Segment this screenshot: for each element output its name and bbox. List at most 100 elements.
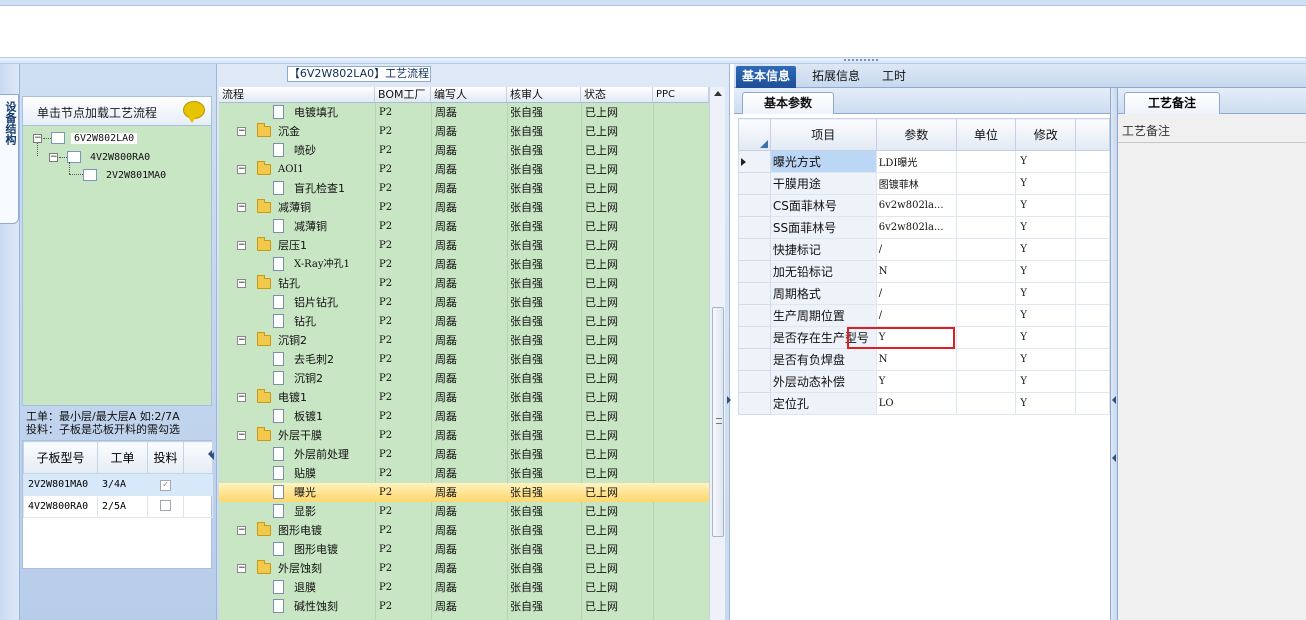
row-indicator[interactable] <box>738 172 771 195</box>
row-indicator[interactable] <box>738 304 771 327</box>
param-row[interactable]: 外层动态补偿 Y Y <box>738 370 1110 393</box>
row-indicator[interactable] <box>738 282 771 305</box>
collapse-icon[interactable]: − <box>49 153 58 162</box>
tree-node[interactable]: 4V2W800RA0 <box>67 149 153 165</box>
order-cell[interactable]: 3/4A <box>97 473 148 496</box>
model-cell[interactable]: 2V2W801MA0 <box>23 473 98 496</box>
process-row[interactable]: 喷砂 P2 周磊 张自强 已上网 <box>219 141 709 160</box>
filler-cell[interactable] <box>1075 370 1110 393</box>
collapse-icon[interactable]: − <box>33 134 42 143</box>
tab-process-notes[interactable]: 工艺备注 <box>1124 92 1220 114</box>
param-modify[interactable]: Y <box>1015 150 1077 173</box>
param-value[interactable]: 6v2w802la... <box>875 216 957 239</box>
tab-basic-info[interactable]: 基本信息 <box>736 66 797 88</box>
row-indicator[interactable] <box>738 216 771 239</box>
param-row[interactable]: 加无铅标记 N Y <box>738 260 1110 283</box>
filler-cell[interactable] <box>1075 348 1110 371</box>
collapse-icon[interactable]: − <box>237 393 246 402</box>
param-row[interactable]: 生产周期位置 / Y <box>738 304 1110 327</box>
param-unit[interactable] <box>955 370 1017 393</box>
row-indicator[interactable] <box>738 370 771 393</box>
scroll-thumb[interactable] <box>712 307 724 537</box>
filler-cell[interactable] <box>1075 194 1110 217</box>
param-value[interactable]: Y <box>875 370 957 393</box>
process-row[interactable]: 盲孔检查1 P2 周磊 张自强 已上网 <box>219 179 709 198</box>
param-item[interactable]: 周期格式 <box>769 282 877 305</box>
flow-scrollbar[interactable] <box>709 87 725 620</box>
table-row[interactable]: 2V2W801MA0 3/4A ✓ <box>23 473 213 496</box>
row-indicator[interactable] <box>738 348 771 371</box>
collapse-icon[interactable]: − <box>237 241 246 250</box>
row-indicator[interactable] <box>738 260 771 283</box>
param-modify[interactable]: Y <box>1015 172 1077 195</box>
tab-basic-params[interactable]: 基本参数 <box>742 92 834 114</box>
param-value[interactable]: 6v2w802la... <box>875 194 957 217</box>
filler-cell[interactable] <box>1075 150 1110 173</box>
param-modify[interactable]: Y <box>1015 392 1077 415</box>
process-row[interactable]: − 层压1 P2 周磊 张自强 已上网 <box>219 236 709 255</box>
param-value[interactable]: LO <box>875 392 957 415</box>
param-value[interactable]: N <box>875 260 957 283</box>
filler-cell[interactable] <box>1075 304 1110 327</box>
column-header[interactable]: 子板型号 <box>23 441 98 474</box>
speech-bubble-icon[interactable] <box>183 101 205 123</box>
param-item[interactable]: CS面菲林号 <box>769 194 877 217</box>
order-cell[interactable]: 2/5A <box>97 495 148 518</box>
feed-cell[interactable] <box>147 495 184 518</box>
process-row[interactable]: 板镀1 P2 周磊 张自强 已上网 <box>219 407 709 426</box>
param-modify[interactable]: Y <box>1015 238 1077 261</box>
column-header[interactable]: 核审人 <box>507 87 581 103</box>
feed-checkbox[interactable]: ✓ <box>160 479 171 491</box>
collapse-arrow-icon[interactable] <box>1112 396 1116 404</box>
param-item[interactable]: 快捷标记 <box>769 238 877 261</box>
column-header[interactable]: 流程 <box>219 87 375 103</box>
param-value[interactable]: N <box>875 348 957 371</box>
process-row[interactable]: − 图形电镀 P2 周磊 张自强 已上网 <box>219 521 709 540</box>
column-header[interactable]: 状态 <box>581 87 653 103</box>
collapse-icon[interactable]: − <box>237 203 246 212</box>
param-value[interactable]: / <box>875 238 957 261</box>
param-row[interactable]: 干膜用途 图镀菲林 Y <box>738 172 1110 195</box>
param-item[interactable]: SS面菲林号 <box>769 216 877 239</box>
param-row[interactable]: 曝光方式 LDI曝光 Y <box>738 150 1110 173</box>
param-unit[interactable] <box>955 282 1017 305</box>
filler-cell[interactable] <box>1075 238 1110 261</box>
process-row[interactable]: 外层前处理 P2 周磊 张自强 已上网 <box>219 445 709 464</box>
param-unit[interactable] <box>955 216 1017 239</box>
row-indicator[interactable] <box>738 150 771 173</box>
param-value[interactable]: LDI曝光 <box>875 150 957 173</box>
collapse-icon[interactable]: − <box>237 526 246 535</box>
param-unit[interactable] <box>955 150 1017 173</box>
process-row[interactable]: 铝片钻孔 P2 周磊 张自强 已上网 <box>219 293 709 312</box>
param-modify[interactable]: Y <box>1015 370 1077 393</box>
process-row[interactable]: − 外层干膜 P2 周磊 张自强 已上网 <box>219 426 709 445</box>
param-unit[interactable] <box>955 172 1017 195</box>
collapse-arrow-icon[interactable] <box>210 452 214 460</box>
param-unit[interactable] <box>955 260 1017 283</box>
param-value[interactable]: / <box>875 304 957 327</box>
splitter-bar[interactable] <box>0 57 1306 64</box>
process-row[interactable]: 贴膜 P2 周磊 张自强 已上网 <box>219 464 709 483</box>
param-unit[interactable] <box>955 392 1017 415</box>
param-modify[interactable]: Y <box>1015 216 1077 239</box>
collapse-arrow-icon[interactable] <box>727 396 731 404</box>
param-item[interactable]: 加无铅标记 <box>769 260 877 283</box>
process-row[interactable]: − 钻孔 P2 周磊 张自强 已上网 <box>219 274 709 293</box>
process-row[interactable]: 显影 P2 周磊 张自强 已上网 <box>219 502 709 521</box>
process-row[interactable]: − AOI1 P2 周磊 张自强 已上网 <box>219 160 709 179</box>
process-row[interactable]: 碱性蚀刻 P2 周磊 张自强 已上网 <box>219 597 709 616</box>
param-row[interactable]: CS面菲林号 6v2w802la... Y <box>738 194 1110 217</box>
process-row[interactable]: 沉铜2 P2 周磊 张自强 已上网 <box>219 369 709 388</box>
table-row[interactable]: 4V2W800RA0 2/5A <box>23 495 213 518</box>
process-row[interactable]: 减薄铜 P2 周磊 张自强 已上网 <box>219 217 709 236</box>
collapse-icon[interactable]: − <box>237 165 246 174</box>
param-item[interactable]: 定位孔 <box>769 392 877 415</box>
tree-node[interactable]: 2V2W801MA0 <box>83 167 169 183</box>
filler-cell[interactable] <box>1075 260 1110 283</box>
param-value[interactable]: / <box>875 282 957 305</box>
param-unit[interactable] <box>955 348 1017 371</box>
model-cell[interactable]: 4V2W800RA0 <box>23 495 98 518</box>
tab-extended-info[interactable]: 拓展信息 <box>806 66 866 88</box>
param-row[interactable]: 定位孔 LO Y <box>738 392 1110 415</box>
collapse-icon[interactable]: − <box>237 127 246 136</box>
